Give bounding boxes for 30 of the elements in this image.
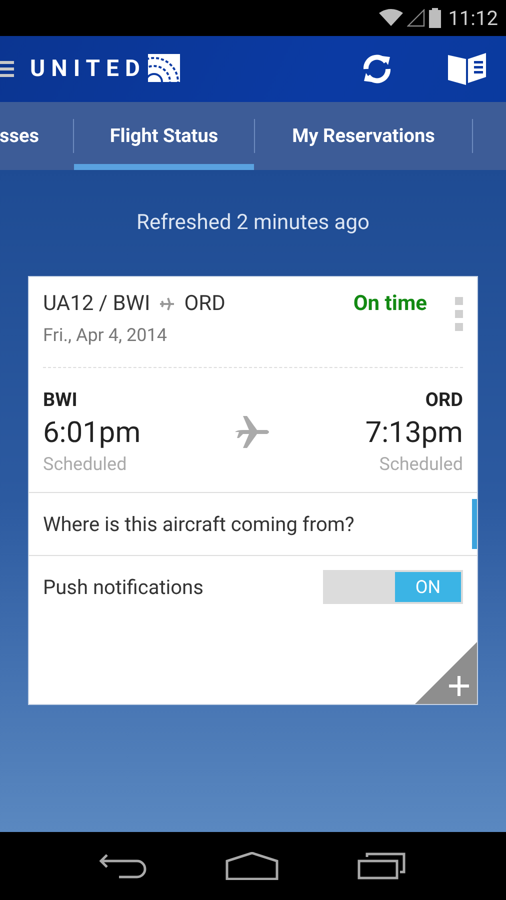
logo-text: UNITED [30,54,146,84]
back-icon[interactable] [99,852,147,880]
airplane-icon [235,414,271,450]
toggle-label: ON [395,572,461,602]
home-icon[interactable] [225,852,279,880]
menu-icon[interactable] [0,60,14,78]
book-icon[interactable] [448,53,486,85]
arrival-time: 7:13pm [365,414,463,451]
time-note: Scheduled [43,452,127,477]
plane-icon [160,297,174,312]
refresh-status: Refreshed 2 minutes ago [136,210,370,237]
signal-icon [407,9,426,27]
push-label: Push notifications [43,574,204,602]
time-note: Scheduled [379,452,463,477]
destination-code: ORD [184,290,226,318]
airport-code: BWI [43,387,78,413]
add-corner-icon[interactable] [415,642,477,704]
globe-logo-icon [148,54,182,84]
recent-apps-icon[interactable] [357,852,407,880]
aircraft-origin-link[interactable]: Where is this aircraft coming from? [43,508,354,539]
airport-code: ORD [425,387,463,413]
flight-number: UA12 / BWI [43,290,150,318]
wifi-icon [379,9,404,27]
flight-date: Fri., Apr 4, 2014 [43,324,167,348]
clock: 11:12 [448,5,498,32]
battery-icon [429,8,442,28]
departure-time: 6:01pm [43,414,141,451]
tab[interactable]: My Reservations [255,102,472,170]
tab[interactable]: sses [0,102,73,170]
status-label: On time [353,290,427,318]
